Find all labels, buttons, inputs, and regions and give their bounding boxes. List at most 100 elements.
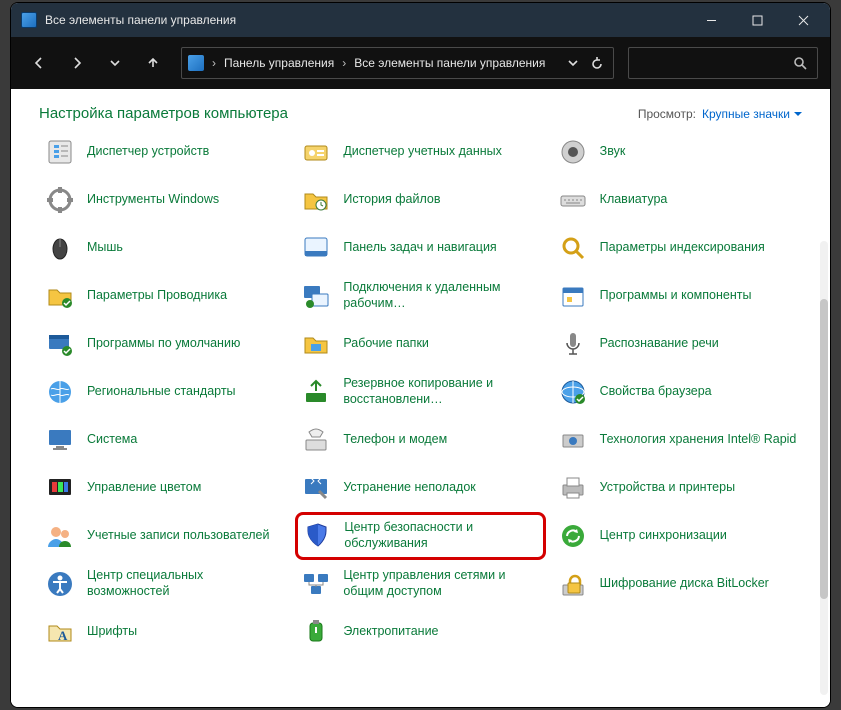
breadcrumb-segment[interactable]: Панель управления: [224, 56, 334, 70]
control-panel-item[interactable]: AШрифты: [39, 608, 289, 656]
control-panel-item[interactable]: Мышь: [39, 224, 289, 272]
control-panel-item[interactable]: Диспетчер устройств: [39, 128, 289, 176]
device-manager-icon: [43, 135, 77, 169]
control-panel-item[interactable]: Резервное копирование и восстановлени…: [295, 368, 545, 416]
control-panel-item[interactable]: Рабочие папки: [295, 320, 545, 368]
control-panel-item-label: Свойства браузера: [600, 384, 712, 400]
titlebar: Все элементы панели управления: [11, 3, 830, 37]
close-button[interactable]: [780, 5, 826, 35]
search-box[interactable]: [628, 47, 818, 79]
control-panel-item-label: Телефон и модем: [343, 432, 447, 448]
troubleshoot-icon: [299, 471, 333, 505]
control-panel-item[interactable]: Устранение неполадок: [295, 464, 545, 512]
control-panel-item[interactable]: Региональные стандарты: [39, 368, 289, 416]
devices-printers-icon: [556, 471, 590, 505]
intel-rapid-icon: [556, 423, 590, 457]
control-panel-item[interactable]: Центр синхронизации: [552, 512, 802, 560]
control-panel-item-label: Технология хранения Intel® Rapid: [600, 432, 797, 448]
maximize-button[interactable]: [734, 5, 780, 35]
control-panel-item-label: Звук: [600, 144, 626, 160]
refresh-icon[interactable]: [591, 57, 603, 69]
control-panel-item-label: История файлов: [343, 192, 440, 208]
control-panel-item-label: Центр безопасности и обслуживания: [344, 520, 540, 551]
control-panel-item-label: Региональные стандарты: [87, 384, 236, 400]
control-panel-item-label: Система: [87, 432, 137, 448]
control-panel-item[interactable]: Устройства и принтеры: [552, 464, 802, 512]
page-title: Настройка параметров компьютера: [39, 105, 638, 122]
control-panel-item[interactable]: Свойства браузера: [552, 368, 802, 416]
remote-icon: [299, 279, 333, 313]
sync-center-icon: [556, 519, 590, 553]
control-panel-item-label: Панель задач и навигация: [343, 240, 496, 256]
control-panel-item-label: Центр управления сетями и общим доступом: [343, 568, 541, 599]
control-panel-item-label: Клавиатура: [600, 192, 668, 208]
control-panel-icon: [21, 12, 37, 28]
chevron-right-icon[interactable]: ›: [340, 56, 348, 70]
scrollbar[interactable]: [820, 241, 828, 695]
control-panel-item-label: Инструменты Windows: [87, 192, 219, 208]
control-panel-item-label: Электропитание: [343, 624, 438, 640]
control-panel-item[interactable]: Управление цветом: [39, 464, 289, 512]
scroll-thumb[interactable]: [820, 299, 828, 599]
view-dropdown[interactable]: Крупные значки: [702, 107, 802, 121]
control-panel-item-label: Параметры индексирования: [600, 240, 765, 256]
forward-button[interactable]: [61, 47, 93, 79]
chevron-right-icon[interactable]: ›: [210, 56, 218, 70]
control-panel-item[interactable]: Инструменты Windows: [39, 176, 289, 224]
recent-dropdown[interactable]: [99, 47, 131, 79]
fonts-icon: A: [43, 615, 77, 649]
control-panel-item[interactable]: История файлов: [295, 176, 545, 224]
control-panel-item-label: Центр специальных возможностей: [87, 568, 285, 599]
control-panel-item-label: Распознавание речи: [600, 336, 719, 352]
svg-text:A: A: [58, 628, 68, 643]
control-panel-item[interactable]: Программы по умолчанию: [39, 320, 289, 368]
control-panel-item[interactable]: Звук: [552, 128, 802, 176]
explorer-options-icon: [43, 279, 77, 313]
programs-icon: [556, 279, 590, 313]
address-bar[interactable]: › Панель управления › Все элементы панел…: [181, 47, 614, 79]
control-panel-item[interactable]: Центр управления сетями и общим доступом: [295, 560, 545, 608]
control-panel-item[interactable]: Панель задач и навигация: [295, 224, 545, 272]
control-panel-item[interactable]: Параметры индексирования: [552, 224, 802, 272]
sound-icon: [556, 135, 590, 169]
security-center-icon: [300, 519, 334, 553]
control-panel-item-label: Программы по умолчанию: [87, 336, 240, 352]
mouse-icon: [43, 231, 77, 265]
chevron-down-icon[interactable]: [567, 57, 579, 69]
control-panel-item-label: Диспетчер учетных данных: [343, 144, 502, 160]
system-icon: [43, 423, 77, 457]
control-panel-item[interactable]: Центр безопасности и обслуживания: [295, 512, 545, 560]
control-panel-item-label: Программы и компоненты: [600, 288, 752, 304]
control-panel-item[interactable]: Центр специальных возможностей: [39, 560, 289, 608]
credentials-icon: [299, 135, 333, 169]
ease-of-access-icon: [43, 567, 77, 601]
control-panel-item[interactable]: Клавиатура: [552, 176, 802, 224]
minimize-button[interactable]: [688, 5, 734, 35]
control-panel-item[interactable]: Параметры Проводника: [39, 272, 289, 320]
default-programs-icon: [43, 327, 77, 361]
control-panel-item[interactable]: Технология хранения Intel® Rapid: [552, 416, 802, 464]
control-panel-item[interactable]: Подключения к удаленным рабочим…: [295, 272, 545, 320]
control-panel-item[interactable]: Система: [39, 416, 289, 464]
window: Все элементы панели управления: [10, 2, 831, 708]
control-panel-item-label: Подключения к удаленным рабочим…: [343, 280, 541, 311]
color-mgmt-icon: [43, 471, 77, 505]
toolbar: › Панель управления › Все элементы панел…: [11, 37, 830, 89]
breadcrumb-segment[interactable]: Все элементы панели управления: [354, 56, 545, 70]
control-panel-item-label: Центр синхронизации: [600, 528, 727, 544]
control-panel-item[interactable]: Учетные записи пользователей: [39, 512, 289, 560]
control-panel-item[interactable]: Распознавание речи: [552, 320, 802, 368]
control-panel-icon: [188, 55, 204, 71]
bitlocker-icon: [556, 567, 590, 601]
search-icon: [793, 56, 807, 70]
control-panel-item[interactable]: Телефон и модем: [295, 416, 545, 464]
back-button[interactable]: [23, 47, 55, 79]
up-button[interactable]: [137, 47, 169, 79]
control-panel-item[interactable]: Программы и компоненты: [552, 272, 802, 320]
control-panel-item[interactable]: Шифрование диска BitLocker: [552, 560, 802, 608]
control-panel-item[interactable]: Диспетчер учетных данных: [295, 128, 545, 176]
indexing-icon: [556, 231, 590, 265]
control-panel-item-label: Параметры Проводника: [87, 288, 227, 304]
control-panel-item[interactable]: Электропитание: [295, 608, 545, 656]
window-title: Все элементы панели управления: [45, 13, 688, 27]
